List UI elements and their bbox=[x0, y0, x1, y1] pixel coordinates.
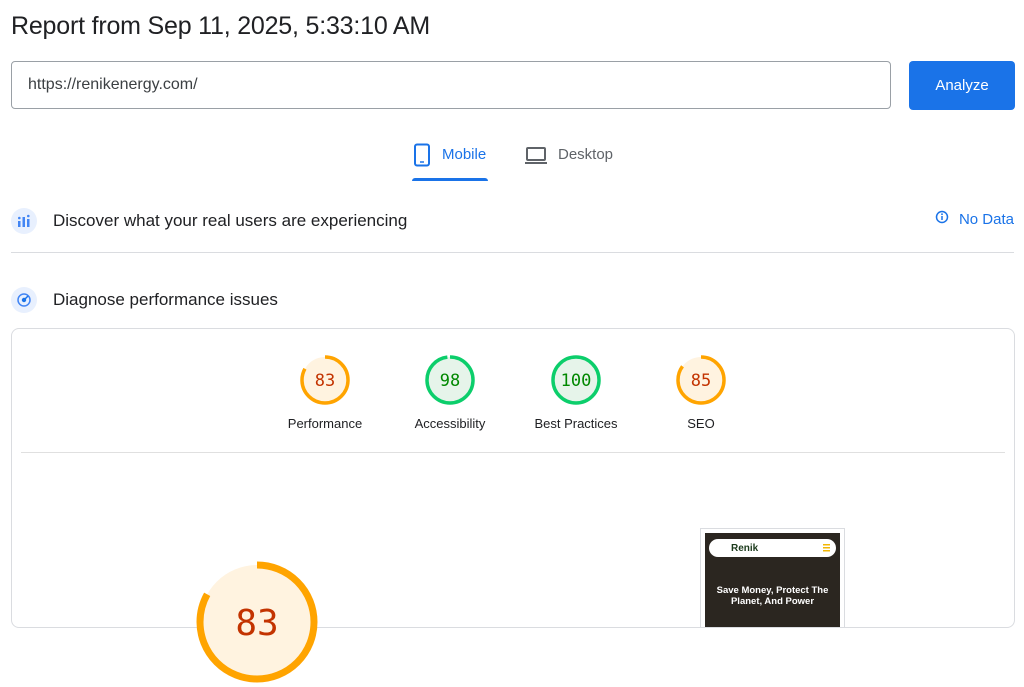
gauge-value: 85 bbox=[691, 371, 711, 391]
menu-icon bbox=[823, 544, 830, 552]
score-label-best-practices: Best Practices bbox=[534, 416, 618, 431]
laptop-icon bbox=[524, 143, 548, 171]
gauge-value: 100 bbox=[561, 371, 592, 391]
score-gauge-best-practices[interactable]: 100 Best Practices bbox=[521, 354, 631, 431]
big-gauge-value: 83 bbox=[235, 603, 278, 644]
gauge-icon bbox=[11, 287, 37, 313]
score-label-performance: Performance bbox=[287, 416, 363, 431]
score-gauge-seo[interactable]: 85 SEO bbox=[646, 354, 756, 431]
real-users-title: Discover what your real users are experi… bbox=[53, 211, 408, 230]
gauge-value: 98 bbox=[440, 371, 460, 391]
real-users-section: Discover what your real users are experi… bbox=[11, 206, 1014, 236]
info-icon bbox=[935, 210, 949, 228]
gauge-value: 83 bbox=[315, 371, 335, 391]
analyze-button[interactable]: Analyze bbox=[909, 61, 1015, 110]
site-headline: Save Money, Protect The Planet, And Powe… bbox=[716, 585, 829, 607]
card-divider bbox=[21, 452, 1005, 453]
page-title: Report from Sep 11, 2025, 5:33:10 AM bbox=[11, 12, 430, 40]
phone-icon bbox=[412, 143, 432, 171]
score-gauge-accessibility[interactable]: 98 Accessibility bbox=[395, 354, 505, 431]
site-logo: Renik bbox=[731, 542, 759, 554]
url-field[interactable] bbox=[11, 61, 891, 109]
chart-icon bbox=[11, 208, 37, 234]
gauge-ring-seo: 85 bbox=[676, 355, 726, 405]
tab-mobile[interactable]: Mobile bbox=[412, 143, 488, 181]
score-gauge-performance[interactable]: 83 Performance bbox=[270, 354, 380, 431]
diagnose-section: Diagnose performance issues bbox=[11, 285, 1014, 315]
tab-mobile-label: Mobile bbox=[442, 146, 487, 163]
score-label-accessibility: Accessibility bbox=[414, 416, 486, 431]
diagnose-title: Diagnose performance issues bbox=[53, 290, 278, 309]
gauge-ring-best-practices: 100 bbox=[551, 355, 601, 405]
performance-big-gauge: 83 bbox=[196, 561, 318, 683]
section-divider bbox=[11, 252, 1014, 253]
tab-desktop-label: Desktop bbox=[558, 146, 614, 163]
url-input[interactable] bbox=[12, 62, 890, 108]
score-label-seo: SEO bbox=[687, 416, 715, 431]
scores-card: 83 Performance 98 Accessibility 100 Best… bbox=[11, 328, 1015, 683]
no-data-link[interactable]: No Data bbox=[935, 210, 1014, 228]
gauge-ring-accessibility: 98 bbox=[425, 355, 475, 405]
page-screenshot: Renik Save Money, Protect The Planet, An… bbox=[700, 528, 845, 628]
no-data-label: No Data bbox=[958, 210, 1014, 228]
gauge-ring-performance: 83 bbox=[300, 355, 350, 405]
tab-desktop[interactable]: Desktop bbox=[524, 143, 613, 181]
